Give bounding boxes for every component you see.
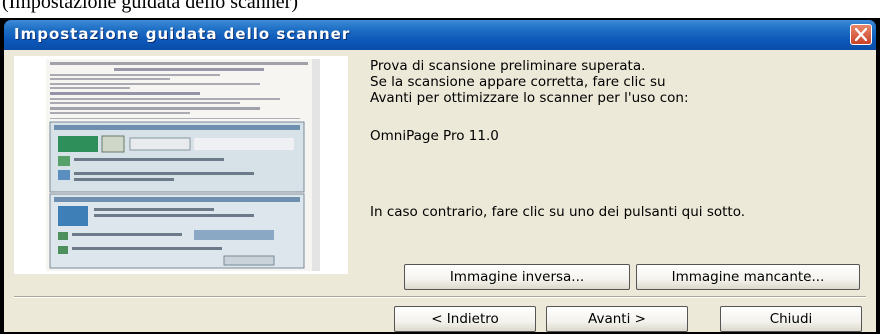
close-window-button[interactable]: [850, 24, 872, 45]
title-bar[interactable]: Impostazione guidata dello scanner: [4, 20, 876, 50]
window-title: Impostazione guidata dello scanner: [14, 25, 351, 43]
product-name: OmniPage Pro 11.0: [370, 128, 499, 144]
close-button[interactable]: Chiudi: [720, 306, 862, 332]
dialog-client-area: Prova di scansione preliminare superata.…: [4, 50, 876, 332]
separator-line: [14, 296, 866, 298]
scan-preview-image: [14, 56, 348, 274]
alternative-instructions: In caso contrario, fare clic su uno dei …: [370, 204, 746, 220]
inverted-image-button[interactable]: Immagine inversa...: [404, 264, 630, 290]
message-line: Avanti per ottimizzare lo scanner per l'…: [370, 90, 689, 106]
window-frame-edge: [876, 18, 880, 334]
message-line: Prova di scansione preliminare superata.: [370, 58, 646, 74]
back-button[interactable]: < Indietro: [394, 306, 536, 332]
caption-text: (Impostazione guidata dello scanner): [2, 0, 298, 13]
status-message: Prova di scansione preliminare superata.…: [370, 58, 865, 106]
missing-image-button[interactable]: Immagine mancante...: [636, 264, 860, 290]
next-button[interactable]: Avanti >: [546, 306, 688, 332]
close-icon: [855, 28, 867, 41]
message-line: Se la scansione appare corretta, fare cl…: [370, 74, 666, 90]
scanner-wizard-window: Impostazione guidata dello scanner Prova…: [0, 18, 880, 334]
